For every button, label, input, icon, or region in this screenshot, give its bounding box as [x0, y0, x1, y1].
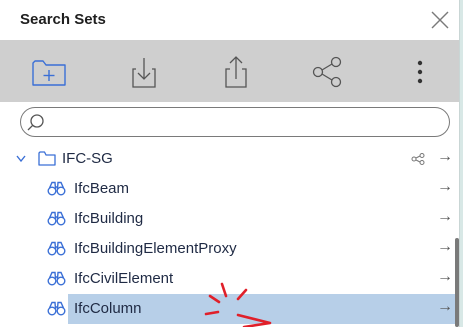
item-label: IfcBuilding	[74, 210, 144, 227]
item-label: IfcColumn	[74, 300, 142, 317]
binoculars-icon	[47, 211, 66, 226]
binoculars-icon	[47, 271, 66, 286]
share-icon[interactable]	[411, 153, 425, 165]
scrollbar-thumb[interactable]	[455, 238, 459, 327]
arrow-right-icon[interactable]: →	[437, 298, 453, 316]
close-icon[interactable]	[430, 10, 450, 30]
folder-label: IFC-SG	[62, 150, 113, 167]
tree-folder-row[interactable]: IFC-SG →	[0, 144, 455, 174]
item-label: IfcBeam	[74, 180, 130, 197]
tree-item-row[interactable]: IfcBuilding →	[0, 204, 455, 234]
panel-title: Search Sets	[20, 11, 106, 28]
arrow-right-icon[interactable]: →	[437, 208, 453, 226]
folder-icon	[38, 151, 56, 166]
share-icon[interactable]	[308, 52, 348, 92]
search-input[interactable]	[53, 112, 437, 134]
chevron-down-icon[interactable]	[16, 155, 26, 163]
item-label: IfcCivilElement	[74, 270, 174, 287]
click-cursor-icon	[204, 282, 272, 327]
toolbar	[0, 40, 459, 102]
export-icon[interactable]	[216, 52, 256, 92]
tree-item-row[interactable]: IfcBuildingElementProxy →	[0, 234, 455, 264]
arrow-right-icon[interactable]: →	[437, 178, 453, 196]
arrow-right-icon[interactable]: →	[437, 148, 453, 166]
arrow-right-icon[interactable]: →	[437, 268, 453, 286]
import-icon[interactable]	[124, 52, 164, 92]
binoculars-icon	[47, 181, 66, 196]
binoculars-icon	[47, 241, 66, 256]
search-field[interactable]	[20, 107, 450, 137]
arrow-right-icon[interactable]: →	[437, 238, 453, 256]
title-bar: Search Sets	[0, 0, 459, 40]
tree-item-row[interactable]: IfcBeam →	[0, 174, 455, 204]
search-icon	[27, 114, 44, 131]
binoculars-icon	[47, 301, 66, 316]
search-sets-panel: Search Sets IFC-SG → IfcBeam → IfcBuildi…	[0, 0, 460, 327]
item-label: IfcBuildingElementProxy	[74, 240, 237, 257]
more-vertical-icon[interactable]	[400, 52, 440, 92]
folder-plus-icon[interactable]	[29, 52, 69, 92]
